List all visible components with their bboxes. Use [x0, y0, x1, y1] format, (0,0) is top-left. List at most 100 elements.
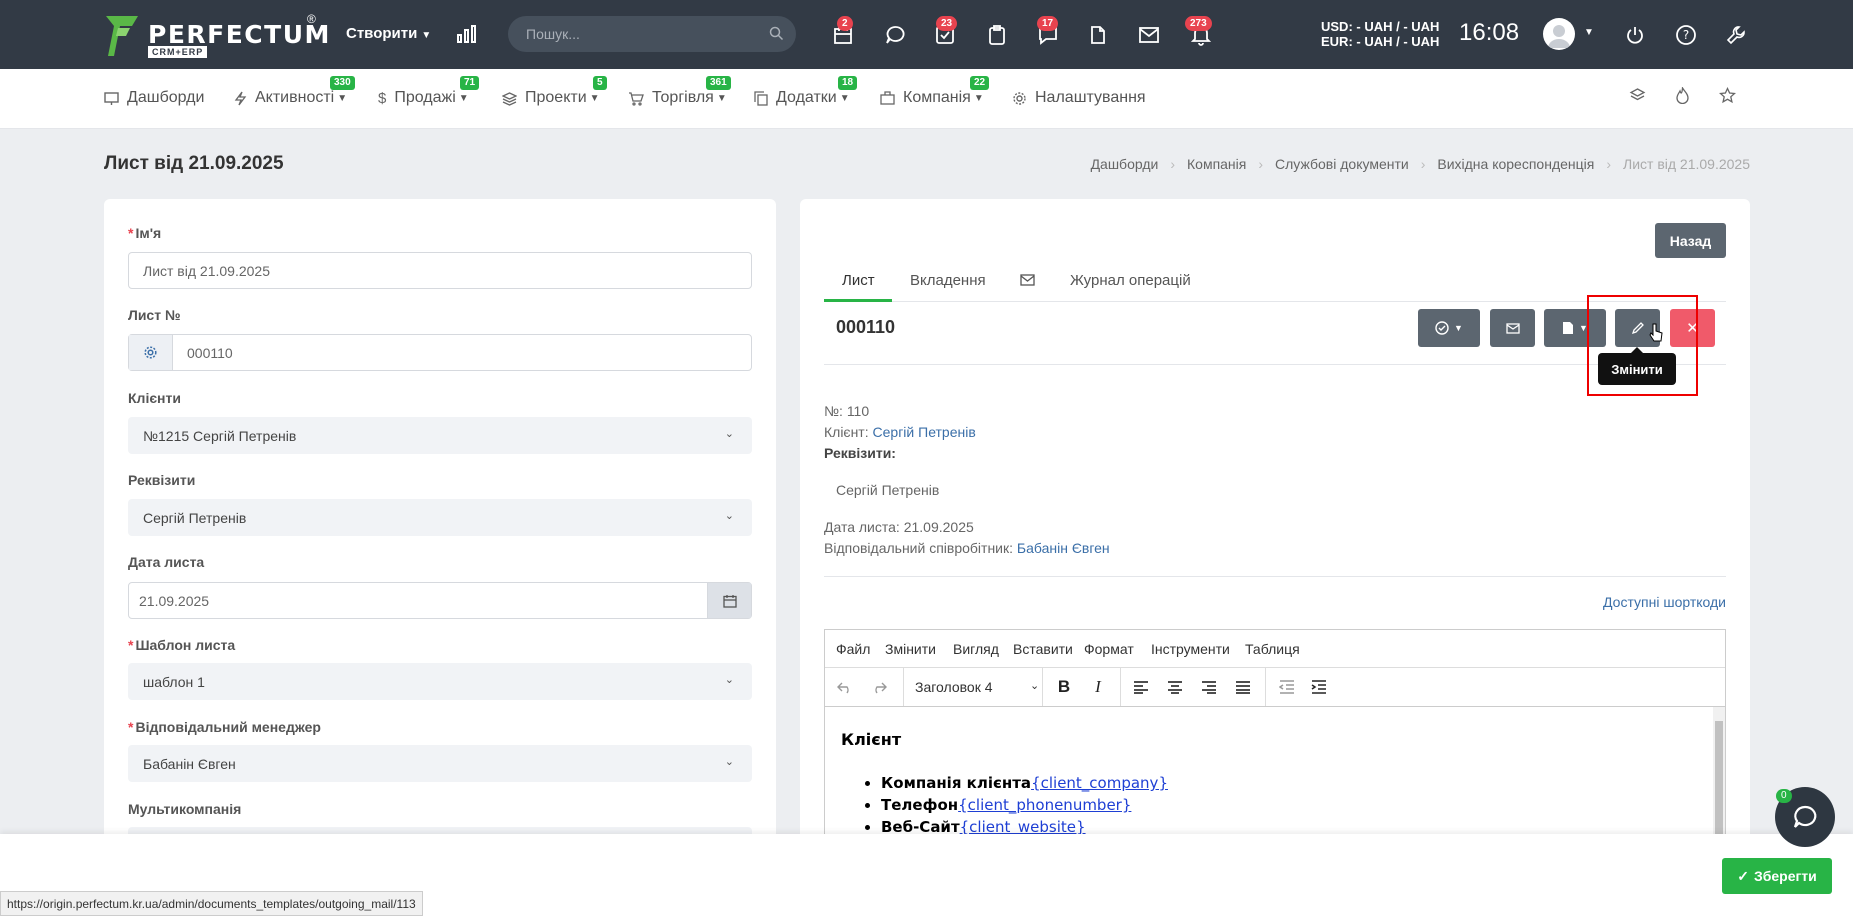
star-icon[interactable]: [1718, 86, 1737, 107]
dollar-icon: $: [378, 89, 387, 107]
nav-item-settings[interactable]: Налаштування: [1012, 89, 1146, 107]
nav-label: Продажі: [394, 89, 456, 106]
tab-mail[interactable]: [1020, 273, 1035, 290]
client-link[interactable]: Сергій Петренів: [873, 424, 976, 440]
nav-item-sales[interactable]: $ Продажі ▼ 71: [378, 76, 480, 107]
align-center-icon[interactable]: [1163, 676, 1187, 698]
template-select[interactable]: шаблон 1 ⌄: [128, 663, 752, 700]
chevron-down-icon: ▼: [716, 92, 727, 104]
avatar[interactable]: [1543, 18, 1575, 50]
lightning-icon: [234, 91, 247, 106]
nav-item-addons[interactable]: Додатки ▼ 18: [754, 76, 858, 107]
chevron-right-icon: ›: [1420, 156, 1426, 172]
bar-chart-icon[interactable]: [454, 21, 480, 47]
employee-link[interactable]: Бабанін Євген: [1017, 540, 1110, 556]
tab-operations-log[interactable]: Журнал операцій: [1070, 272, 1191, 289]
check-icon: ✓: [1737, 867, 1749, 884]
align-right-icon[interactable]: [1197, 676, 1221, 698]
menu-view[interactable]: Вигляд: [953, 641, 999, 657]
indent-icon[interactable]: [1307, 676, 1331, 698]
redo-icon[interactable]: [867, 676, 891, 698]
chevron-down-icon[interactable]: ▼: [1584, 27, 1594, 38]
bold-icon[interactable]: B: [1052, 676, 1076, 698]
calendar-badge: 2: [837, 16, 853, 31]
block-format-select[interactable]: Заголовок 4 ⌄: [915, 679, 1039, 695]
help-icon[interactable]: ?: [1673, 22, 1699, 48]
nav-item-projects[interactable]: Проекти ▼ 5: [502, 76, 607, 107]
fire-icon[interactable]: [1675, 85, 1690, 107]
nav-item-activities[interactable]: Активності ▼ 330: [234, 76, 355, 107]
menu-table[interactable]: Таблиця: [1245, 641, 1300, 657]
chat-bubble-icon[interactable]: [882, 22, 908, 48]
nav-label: Налаштування: [1035, 89, 1146, 106]
breadcrumb-item[interactable]: Вихідна кореспонденція: [1437, 156, 1594, 172]
align-left-icon[interactable]: [1129, 676, 1153, 698]
search-box[interactable]: [508, 16, 796, 52]
breadcrumb-item[interactable]: Дашборди: [1091, 156, 1159, 172]
info-employee: Відповідальний співробітник: Бабанін Євг…: [824, 540, 1110, 556]
shortcode-link[interactable]: {client_company}: [1031, 774, 1168, 792]
cart-icon: [628, 91, 644, 106]
editor-menubar: Файл Змінити Вигляд Вставити Формат Інст…: [825, 630, 1725, 668]
content-heading: Клієнт: [841, 730, 902, 749]
shortcodes-link[interactable]: Доступні шорткоди: [1603, 594, 1726, 610]
calendar-icon[interactable]: [707, 583, 751, 618]
tab-attachments[interactable]: Вкладення: [910, 272, 986, 289]
template-label: * Шаблон листа: [128, 637, 236, 653]
comments-badge: 17: [1037, 16, 1059, 31]
breadcrumb: Дашборди › Компанія › Службові документи › …: [1091, 156, 1750, 172]
chevron-down-icon: ▼: [421, 30, 432, 41]
menu-file[interactable]: Файл: [836, 641, 870, 657]
back-button[interactable]: Назад: [1655, 223, 1726, 258]
document-icon[interactable]: [1085, 22, 1111, 48]
menu-format[interactable]: Формат: [1084, 641, 1134, 657]
breadcrumb-item[interactable]: Компанія: [1187, 156, 1246, 172]
outdent-icon[interactable]: [1275, 676, 1299, 698]
logo[interactable]: PERFECTUM ® CRM+ERP: [104, 12, 329, 60]
status-dropdown-button[interactable]: ▼: [1418, 309, 1480, 347]
shortcode-link[interactable]: {client_phonenumber}: [958, 796, 1131, 814]
power-icon[interactable]: [1622, 22, 1648, 48]
clients-select[interactable]: №1215 Сергій Петренів ⌄: [128, 417, 752, 454]
list-item: Телефон{client_phonenumber}: [881, 794, 1168, 816]
date-field[interactable]: 21.09.2025: [128, 582, 752, 619]
mail-icon[interactable]: [1136, 22, 1162, 48]
number-field[interactable]: 000110: [128, 334, 752, 371]
name-field[interactable]: Лист від 21.09.2025: [128, 252, 752, 289]
chevron-right-icon: ›: [1258, 156, 1264, 172]
italic-icon[interactable]: I: [1086, 676, 1110, 698]
usd-rate: USD: - UAH / - UAH: [1321, 19, 1440, 34]
chevron-down-icon: ▼: [589, 92, 600, 104]
clients-label: Клієнти: [128, 390, 181, 406]
logo-mark-icon: [106, 16, 138, 56]
search-icon[interactable]: [769, 26, 784, 41]
layers-icon[interactable]: [1629, 87, 1646, 107]
edit-form-panel: * Ім'я Лист від 21.09.2025 Лист № 000110 …: [104, 199, 776, 916]
save-button[interactable]: ✓ Зберегти: [1722, 858, 1832, 894]
nav-item-trade[interactable]: Торгівля ▼ 361: [628, 76, 731, 107]
manager-select[interactable]: Бабанін Євген ⌄: [128, 745, 752, 782]
search-input[interactable]: [526, 16, 756, 52]
breadcrumb-item[interactable]: Службові документи: [1275, 156, 1409, 172]
wrench-icon[interactable]: [1723, 22, 1749, 48]
requisites-select[interactable]: Сергій Петренів ⌄: [128, 499, 752, 536]
nav-badge: 71: [460, 76, 480, 90]
scrollbar-thumb[interactable]: [1715, 721, 1723, 841]
monitor-icon: [104, 91, 119, 106]
send-mail-button[interactable]: [1490, 309, 1535, 347]
menu-edit[interactable]: Змінити: [885, 641, 936, 657]
tab-letter[interactable]: Лист: [842, 272, 875, 289]
align-justify-icon[interactable]: [1231, 676, 1255, 698]
menu-insert[interactable]: Вставити: [1013, 641, 1073, 657]
chevron-down-icon: ⌄: [724, 756, 734, 768]
nav-item-company[interactable]: Компанія ▼ 22: [880, 76, 990, 107]
create-dropdown[interactable]: Створити ▼: [346, 25, 431, 42]
clipboard-icon[interactable]: [984, 22, 1010, 48]
undo-icon[interactable]: [833, 676, 857, 698]
info-date: Дата листа: 21.09.2025: [824, 519, 974, 535]
gear-icon[interactable]: [129, 335, 173, 370]
nav-item-dashboards[interactable]: Дашборди: [104, 89, 204, 107]
date-value: 21.09.2025: [139, 592, 210, 609]
menu-tools[interactable]: Інструменти: [1151, 641, 1230, 657]
check-circle-icon: [1435, 321, 1449, 335]
